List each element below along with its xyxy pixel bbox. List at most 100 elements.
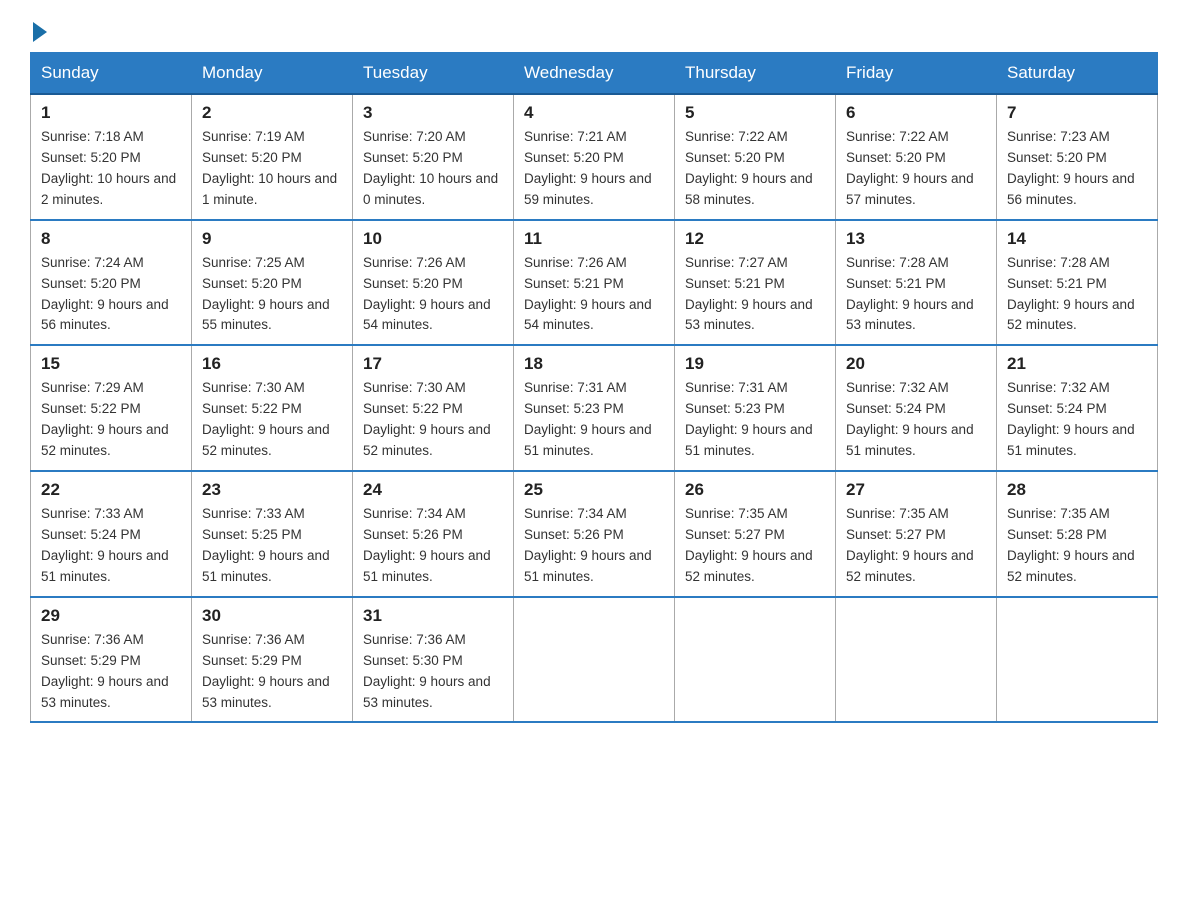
day-number: 28 <box>1007 480 1147 500</box>
day-info: Sunrise: 7:30 AMSunset: 5:22 PMDaylight:… <box>363 378 503 462</box>
calendar-cell: 16 Sunrise: 7:30 AMSunset: 5:22 PMDayligh… <box>192 345 353 471</box>
day-number: 19 <box>685 354 825 374</box>
day-info: Sunrise: 7:34 AMSunset: 5:26 PMDaylight:… <box>524 504 664 588</box>
day-number: 30 <box>202 606 342 626</box>
calendar-cell: 18 Sunrise: 7:31 AMSunset: 5:23 PMDayligh… <box>514 345 675 471</box>
day-number: 14 <box>1007 229 1147 249</box>
day-number: 9 <box>202 229 342 249</box>
calendar-header-tuesday: Tuesday <box>353 53 514 95</box>
calendar-cell: 10Sunrise: 7:26 AMSunset: 5:20 PMDayligh… <box>353 220 514 346</box>
day-number: 18 <box>524 354 664 374</box>
day-number: 20 <box>846 354 986 374</box>
day-number: 12 <box>685 229 825 249</box>
calendar-cell: 17 Sunrise: 7:30 AMSunset: 5:22 PMDayligh… <box>353 345 514 471</box>
day-number: 10 <box>363 229 503 249</box>
calendar-cell <box>836 597 997 723</box>
calendar-header-saturday: Saturday <box>997 53 1158 95</box>
day-number: 5 <box>685 103 825 123</box>
day-number: 2 <box>202 103 342 123</box>
day-number: 27 <box>846 480 986 500</box>
calendar-cell: 2 Sunrise: 7:19 AMSunset: 5:20 PMDaylight… <box>192 94 353 220</box>
day-info: Sunrise: 7:29 AMSunset: 5:22 PMDaylight:… <box>41 378 181 462</box>
calendar-week-row: 1Sunrise: 7:18 AMSunset: 5:20 PMDaylight… <box>31 94 1158 220</box>
day-number: 23 <box>202 480 342 500</box>
calendar-cell: 23 Sunrise: 7:33 AMSunset: 5:25 PMDayligh… <box>192 471 353 597</box>
day-info: Sunrise: 7:34 AMSunset: 5:26 PMDaylight:… <box>363 504 503 588</box>
day-info: Sunrise: 7:22 AMSunset: 5:20 PMDaylight:… <box>685 127 825 211</box>
calendar-cell <box>997 597 1158 723</box>
logo <box>30 20 47 42</box>
day-info: Sunrise: 7:28 AMSunset: 5:21 PMDaylight:… <box>846 253 986 337</box>
day-number: 6 <box>846 103 986 123</box>
day-number: 17 <box>363 354 503 374</box>
day-info: Sunrise: 7:32 AMSunset: 5:24 PMDaylight:… <box>846 378 986 462</box>
calendar-cell: 6 Sunrise: 7:22 AMSunset: 5:20 PMDaylight… <box>836 94 997 220</box>
calendar-cell: 12 Sunrise: 7:27 AMSunset: 5:21 PMDayligh… <box>675 220 836 346</box>
calendar-header-wednesday: Wednesday <box>514 53 675 95</box>
day-number: 25 <box>524 480 664 500</box>
day-info: Sunrise: 7:33 AMSunset: 5:25 PMDaylight:… <box>202 504 342 588</box>
calendar-cell: 26 Sunrise: 7:35 AMSunset: 5:27 PMDayligh… <box>675 471 836 597</box>
calendar-cell: 14 Sunrise: 7:28 AMSunset: 5:21 PMDayligh… <box>997 220 1158 346</box>
day-info: Sunrise: 7:35 AMSunset: 5:27 PMDaylight:… <box>846 504 986 588</box>
calendar-header-thursday: Thursday <box>675 53 836 95</box>
calendar-cell: 20 Sunrise: 7:32 AMSunset: 5:24 PMDayligh… <box>836 345 997 471</box>
day-number: 31 <box>363 606 503 626</box>
day-info: Sunrise: 7:19 AMSunset: 5:20 PMDaylight:… <box>202 127 342 211</box>
calendar-cell: 3 Sunrise: 7:20 AMSunset: 5:20 PMDaylight… <box>353 94 514 220</box>
day-info: Sunrise: 7:35 AMSunset: 5:27 PMDaylight:… <box>685 504 825 588</box>
day-info: Sunrise: 7:32 AMSunset: 5:24 PMDaylight:… <box>1007 378 1147 462</box>
calendar-cell: 8Sunrise: 7:24 AMSunset: 5:20 PMDaylight… <box>31 220 192 346</box>
calendar-cell: 29 Sunrise: 7:36 AMSunset: 5:29 PMDayligh… <box>31 597 192 723</box>
day-info: Sunrise: 7:18 AMSunset: 5:20 PMDaylight:… <box>41 127 181 211</box>
calendar-cell: 11Sunrise: 7:26 AMSunset: 5:21 PMDayligh… <box>514 220 675 346</box>
calendar-cell: 25 Sunrise: 7:34 AMSunset: 5:26 PMDayligh… <box>514 471 675 597</box>
day-info: Sunrise: 7:27 AMSunset: 5:21 PMDaylight:… <box>685 253 825 337</box>
day-info: Sunrise: 7:33 AMSunset: 5:24 PMDaylight:… <box>41 504 181 588</box>
day-info: Sunrise: 7:36 AMSunset: 5:29 PMDaylight:… <box>202 630 342 714</box>
day-info: Sunrise: 7:30 AMSunset: 5:22 PMDaylight:… <box>202 378 342 462</box>
calendar-week-row: 22 Sunrise: 7:33 AMSunset: 5:24 PMDayligh… <box>31 471 1158 597</box>
calendar-cell: 27 Sunrise: 7:35 AMSunset: 5:27 PMDayligh… <box>836 471 997 597</box>
calendar-header-monday: Monday <box>192 53 353 95</box>
logo-arrow-icon <box>33 22 47 42</box>
day-info: Sunrise: 7:28 AMSunset: 5:21 PMDaylight:… <box>1007 253 1147 337</box>
day-number: 15 <box>41 354 181 374</box>
day-number: 29 <box>41 606 181 626</box>
day-info: Sunrise: 7:31 AMSunset: 5:23 PMDaylight:… <box>524 378 664 462</box>
calendar-cell: 31 Sunrise: 7:36 AMSunset: 5:30 PMDayligh… <box>353 597 514 723</box>
day-number: 16 <box>202 354 342 374</box>
day-number: 22 <box>41 480 181 500</box>
day-info: Sunrise: 7:23 AMSunset: 5:20 PMDaylight:… <box>1007 127 1147 211</box>
day-info: Sunrise: 7:25 AMSunset: 5:20 PMDaylight:… <box>202 253 342 337</box>
calendar-cell: 30 Sunrise: 7:36 AMSunset: 5:29 PMDayligh… <box>192 597 353 723</box>
calendar-header-friday: Friday <box>836 53 997 95</box>
calendar-cell <box>514 597 675 723</box>
calendar-cell: 1Sunrise: 7:18 AMSunset: 5:20 PMDaylight… <box>31 94 192 220</box>
day-info: Sunrise: 7:36 AMSunset: 5:29 PMDaylight:… <box>41 630 181 714</box>
day-info: Sunrise: 7:22 AMSunset: 5:20 PMDaylight:… <box>846 127 986 211</box>
day-number: 13 <box>846 229 986 249</box>
calendar-cell: 24 Sunrise: 7:34 AMSunset: 5:26 PMDayligh… <box>353 471 514 597</box>
day-number: 26 <box>685 480 825 500</box>
calendar-week-row: 29 Sunrise: 7:36 AMSunset: 5:29 PMDayligh… <box>31 597 1158 723</box>
day-info: Sunrise: 7:26 AMSunset: 5:21 PMDaylight:… <box>524 253 664 337</box>
day-number: 21 <box>1007 354 1147 374</box>
calendar-cell: 9 Sunrise: 7:25 AMSunset: 5:20 PMDaylight… <box>192 220 353 346</box>
calendar-cell: 28Sunrise: 7:35 AMSunset: 5:28 PMDayligh… <box>997 471 1158 597</box>
day-info: Sunrise: 7:20 AMSunset: 5:20 PMDaylight:… <box>363 127 503 211</box>
calendar-cell: 22 Sunrise: 7:33 AMSunset: 5:24 PMDayligh… <box>31 471 192 597</box>
calendar-week-row: 8Sunrise: 7:24 AMSunset: 5:20 PMDaylight… <box>31 220 1158 346</box>
day-info: Sunrise: 7:31 AMSunset: 5:23 PMDaylight:… <box>685 378 825 462</box>
calendar-table: SundayMondayTuesdayWednesdayThursdayFrid… <box>30 52 1158 723</box>
day-info: Sunrise: 7:36 AMSunset: 5:30 PMDaylight:… <box>363 630 503 714</box>
day-info: Sunrise: 7:21 AMSunset: 5:20 PMDaylight:… <box>524 127 664 211</box>
day-info: Sunrise: 7:24 AMSunset: 5:20 PMDaylight:… <box>41 253 181 337</box>
day-number: 24 <box>363 480 503 500</box>
calendar-cell: 5 Sunrise: 7:22 AMSunset: 5:20 PMDaylight… <box>675 94 836 220</box>
calendar-week-row: 15 Sunrise: 7:29 AMSunset: 5:22 PMDayligh… <box>31 345 1158 471</box>
calendar-header-row: SundayMondayTuesdayWednesdayThursdayFrid… <box>31 53 1158 95</box>
day-number: 3 <box>363 103 503 123</box>
page-header <box>30 20 1158 42</box>
day-number: 7 <box>1007 103 1147 123</box>
